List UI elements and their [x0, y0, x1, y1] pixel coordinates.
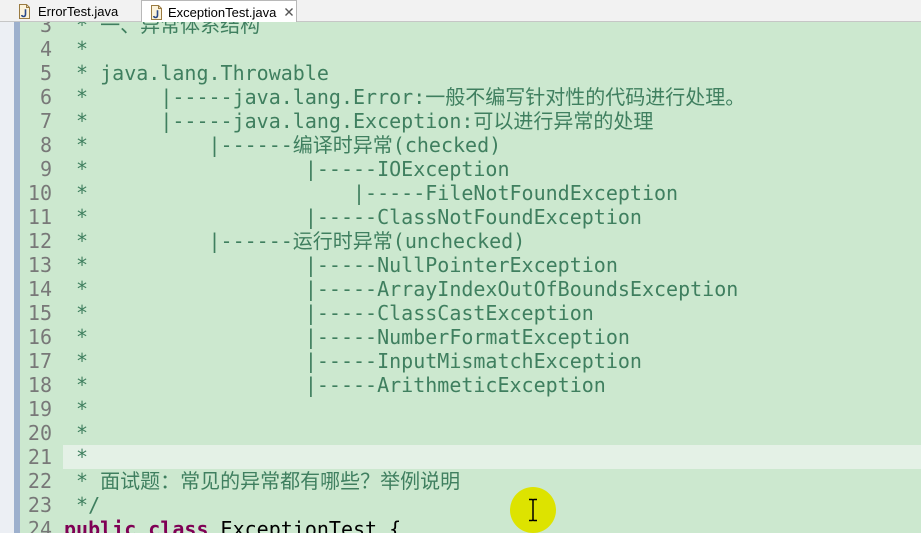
code-line[interactable]: 15 * |-----ClassCastException	[0, 301, 921, 325]
code-text[interactable]: * |-----java.lang.Error:一般不编写针对性的代码进行处理。	[63, 85, 921, 109]
code-line[interactable]: 18 * |-----ArithmeticException	[0, 373, 921, 397]
code-line[interactable]: 10 * |-----FileNotFoundException	[0, 181, 921, 205]
code-text[interactable]: * |-----InputMismatchException	[63, 349, 921, 373]
editor-tab-bar: ErrorTest.java ExceptionTest.java	[0, 0, 921, 23]
tab-label: ErrorTest.java	[38, 3, 119, 19]
mouse-pointer-highlight	[510, 487, 556, 533]
code-line[interactable]: 17 * |-----InputMismatchException	[0, 349, 921, 373]
code-text[interactable]: *	[63, 421, 921, 445]
code-text[interactable]: *	[63, 37, 921, 61]
code-text[interactable]: *	[63, 445, 921, 469]
code-line[interactable]: 12 * |------运行时异常(unchecked)	[0, 229, 921, 253]
code-text[interactable]: * |-----java.lang.Exception:可以进行异常的处理	[63, 109, 921, 133]
code-line[interactable]: 7 * |-----java.lang.Exception:可以进行异常的处理	[0, 109, 921, 133]
code-line[interactable]: 8 * |------编译时异常(checked)	[0, 133, 921, 157]
code-text[interactable]: * |-----FileNotFoundException	[63, 181, 921, 205]
code-text[interactable]: * |------编译时异常(checked)	[63, 133, 921, 157]
tab-errortest-java[interactable]: ErrorTest.java	[14, 0, 138, 22]
code-text[interactable]: * |-----ArithmeticException	[63, 373, 921, 397]
code-text[interactable]: * |------运行时异常(unchecked)	[63, 229, 921, 253]
code-line-current[interactable]: 21 *	[0, 445, 921, 469]
code-line[interactable]: 3 * 一、异常体系结构	[0, 22, 921, 37]
close-tab-button[interactable]	[283, 6, 295, 18]
code-line[interactable]: 5 * java.lang.Throwable	[0, 61, 921, 85]
java-file-icon	[18, 3, 31, 19]
code-text[interactable]: *	[63, 397, 921, 421]
code-line[interactable]: 14 * |-----ArrayIndexOutOfBoundsExceptio…	[0, 277, 921, 301]
code-editor[interactable]: 3 * 一、异常体系结构 4 * 5 * java.lang.Throwable…	[0, 22, 921, 533]
code-text[interactable]: */	[63, 493, 921, 517]
code-line[interactable]: 23 */	[0, 493, 921, 517]
code-line[interactable]: 13 * |-----NullPointerException	[0, 253, 921, 277]
code-line[interactable]: 4 *	[0, 37, 921, 61]
code-line[interactable]: 20 *	[0, 421, 921, 445]
code-text[interactable]: * |-----NumberFormatException	[63, 325, 921, 349]
code-lines: 3 * 一、异常体系结构 4 * 5 * java.lang.Throwable…	[0, 22, 921, 533]
code-text[interactable]: * |-----ArrayIndexOutOfBoundsException	[63, 277, 921, 301]
code-text[interactable]: * |-----IOException	[63, 157, 921, 181]
i-beam-cursor-icon	[529, 498, 537, 522]
annotation-ruler	[0, 22, 14, 533]
code-line[interactable]: 11 * |-----ClassNotFoundException	[0, 205, 921, 229]
code-line[interactable]: 24 public class ExceptionTest {	[0, 517, 921, 533]
code-text[interactable]: * |-----ClassNotFoundException	[63, 205, 921, 229]
code-text[interactable]: * java.lang.Throwable	[63, 61, 921, 85]
tab-exceptiontest-java[interactable]: ExceptionTest.java	[141, 0, 297, 23]
code-text[interactable]: * 一、异常体系结构	[63, 22, 921, 37]
code-text[interactable]: * |-----NullPointerException	[63, 253, 921, 277]
tab-label: ExceptionTest.java	[168, 4, 277, 20]
code-text[interactable]: public class ExceptionTest {	[63, 517, 921, 533]
keyword-class: class	[136, 517, 209, 533]
code-line[interactable]: 6 * |-----java.lang.Error:一般不编写针对性的代码进行处…	[0, 85, 921, 109]
code-line[interactable]: 22 * 面试题：常见的异常都有哪些？举例说明	[0, 469, 921, 493]
java-file-icon	[150, 4, 163, 20]
quick-diff-ruler	[14, 22, 20, 533]
code-line[interactable]: 9 * |-----IOException	[0, 157, 921, 181]
code-line[interactable]: 19 *	[0, 397, 921, 421]
code-line[interactable]: 16 * |-----NumberFormatException	[0, 325, 921, 349]
keyword-public: public	[64, 517, 137, 533]
code-text[interactable]: * 面试题：常见的异常都有哪些？举例说明	[63, 469, 921, 493]
close-icon	[285, 8, 294, 16]
code-text[interactable]: * |-----ClassCastException	[63, 301, 921, 325]
class-declaration-name: ExceptionTest {	[208, 517, 402, 533]
